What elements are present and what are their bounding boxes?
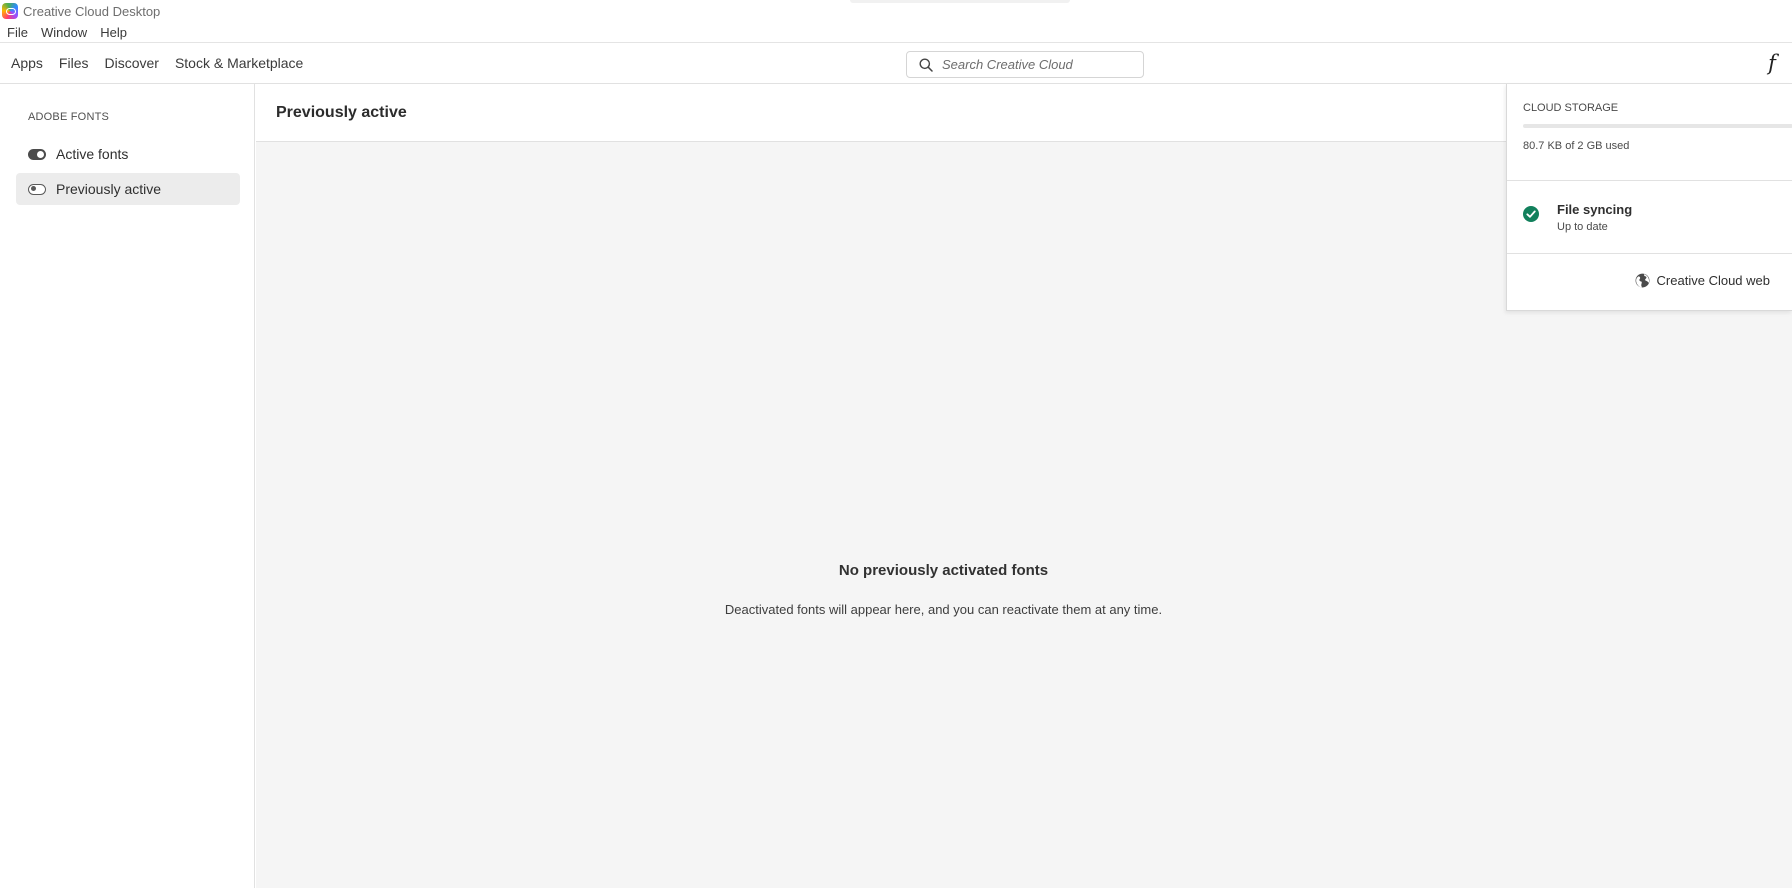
- cloud-storage-popover: CLOUD STORAGE 80.7 KB of 2 GB used File …: [1506, 84, 1792, 311]
- window-title: Creative Cloud Desktop: [23, 3, 161, 19]
- divider: [1507, 253, 1792, 254]
- creative-cloud-logo-icon: [2, 3, 18, 19]
- sidebar-item-label: Previously active: [56, 181, 162, 197]
- menu-file[interactable]: File: [7, 25, 28, 40]
- top-nav: Apps Files Discover Stock & Marketplace …: [0, 42, 1792, 84]
- storage-used-text: 80.7 KB of 2 GB used: [1523, 140, 1630, 152]
- search-box[interactable]: [906, 51, 1144, 78]
- file-syncing-title: File syncing: [1557, 202, 1633, 217]
- drag-handle: [850, 0, 1070, 3]
- sidebar-item-previously-active[interactable]: Previously active: [16, 173, 240, 205]
- sidebar-heading: ADOBE FONTS: [28, 111, 110, 123]
- tab-discover[interactable]: Discover: [104, 55, 158, 71]
- creative-cloud-web-link[interactable]: Creative Cloud web: [1635, 273, 1770, 288]
- cloud-storage-label: CLOUD STORAGE: [1523, 102, 1619, 114]
- search-icon: [919, 58, 933, 72]
- tab-apps[interactable]: Apps: [11, 55, 43, 71]
- menu-help[interactable]: Help: [100, 25, 127, 40]
- check-circle-icon: [1523, 206, 1539, 222]
- sidebar-item-active-fonts[interactable]: Active fonts: [16, 138, 240, 170]
- menu-bar: File Window Help: [0, 22, 1792, 42]
- empty-state-title: No previously activated fonts: [838, 562, 1049, 579]
- divider: [1507, 180, 1792, 181]
- tab-stock-marketplace[interactable]: Stock & Marketplace: [175, 55, 303, 71]
- creative-cloud-web-label: Creative Cloud web: [1656, 273, 1770, 288]
- sidebar: ADOBE FONTS Active fonts Previously acti…: [0, 84, 255, 888]
- search-input[interactable]: [942, 57, 1122, 72]
- tab-files[interactable]: Files: [59, 55, 89, 71]
- menu-window[interactable]: Window: [41, 25, 87, 40]
- toggle-off-icon: [28, 183, 46, 195]
- file-syncing-status: Up to date: [1557, 221, 1608, 233]
- globe-icon: [1635, 273, 1649, 288]
- storage-progress-bar: [1523, 124, 1792, 128]
- toggle-on-icon: [28, 148, 46, 160]
- empty-state-description: Deactivated fonts will appear here, and …: [724, 602, 1163, 617]
- nav-tabs: Apps Files Discover Stock & Marketplace: [0, 55, 319, 71]
- fonts-icon[interactable]: f: [1760, 51, 1784, 75]
- sidebar-item-label: Active fonts: [56, 146, 129, 162]
- page-title: Previously active: [276, 104, 407, 121]
- title-bar: Creative Cloud Desktop: [0, 0, 1792, 22]
